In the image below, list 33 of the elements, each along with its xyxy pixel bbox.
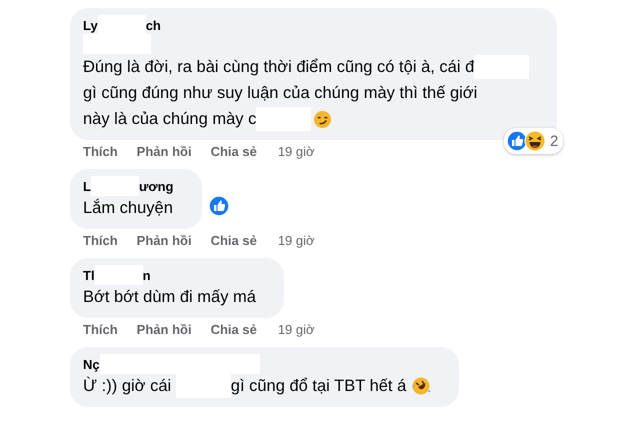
comment-action-link[interactable]: Phản hồi xyxy=(136,144,192,159)
comment-action-link[interactable]: Thích xyxy=(83,144,118,159)
author-name[interactable]: ương xyxy=(138,178,174,194)
comment-text: Đúng là đời, ra bài cùng thời điểm cũng có tội à, cái đ xyxy=(83,57,474,78)
author-name[interactable]: ch xyxy=(146,18,161,32)
comment-action-link[interactable]: Chia sẻ xyxy=(210,144,257,159)
comment-action-link[interactable]: Chia sẻ xyxy=(210,233,257,248)
reaction-count: 2 xyxy=(550,132,558,150)
like-icon xyxy=(506,130,528,152)
laughing-tears-emoji-icon xyxy=(411,376,432,396)
comment-action-link[interactable]: Thích xyxy=(83,322,118,337)
comment-action-link[interactable]: Chia sẻ xyxy=(210,322,257,337)
author-name[interactable]: n xyxy=(142,268,151,282)
comment-action-link[interactable]: Phản hồi xyxy=(136,322,192,337)
comment-text: gì cũng đúng như suy luận của chúng mày thì thế giới xyxy=(83,83,478,104)
comment-text: Ừ :)) giờ cái xyxy=(83,376,172,397)
comment-action-link[interactable]: Phản hồi xyxy=(136,233,192,248)
laughing-emoji-icon xyxy=(524,130,546,152)
comment-time[interactable]: 19 giờ xyxy=(278,144,315,159)
author-name[interactable]: Nç xyxy=(83,356,100,372)
comment-text: Lắm chuyện xyxy=(83,198,173,219)
comment-text: này là của chúng mày c xyxy=(83,109,256,130)
like-icon xyxy=(208,195,230,217)
comment-action-link[interactable]: Thích xyxy=(83,233,118,248)
author-name[interactable]: Tl xyxy=(83,268,95,282)
author-name[interactable]: L xyxy=(83,178,91,194)
comment-time[interactable]: 19 giờ xyxy=(278,233,315,248)
smirking-emoji-icon xyxy=(313,110,332,128)
author-name[interactable]: Ly xyxy=(83,18,98,32)
reaction-badge[interactable]: 2 xyxy=(504,128,564,154)
comment-time[interactable]: 19 giờ xyxy=(278,322,315,337)
comment-text: gì cũng đổ tại TBT hết á xyxy=(230,376,406,397)
comment-text: Bớt bớt dùm đi mấy má xyxy=(83,287,256,308)
